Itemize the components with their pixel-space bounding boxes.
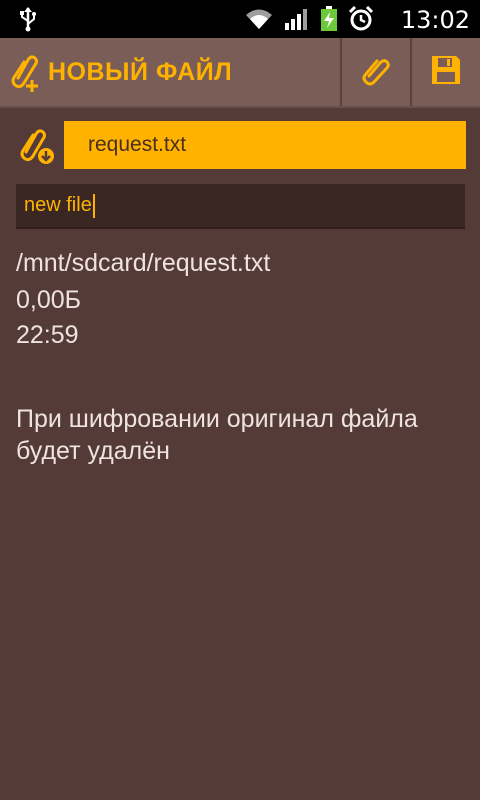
action-bar: НОВЫЙ ФАЙЛ <box>0 38 480 108</box>
file-path: /mnt/sdcard/request.txt <box>16 249 271 277</box>
new-file-icon <box>8 52 42 92</box>
attach-icon <box>360 54 392 91</box>
wifi-icon <box>244 7 274 36</box>
pick-file-icon[interactable] <box>16 122 60 168</box>
save-button[interactable] <box>410 38 480 106</box>
file-picker-row: request.txt <box>16 120 466 170</box>
battery-charging-icon <box>320 6 338 37</box>
encryption-warning: При шифровании оригинал файла будет удал… <box>16 405 418 465</box>
usb-icon <box>18 6 38 37</box>
status-time: 13:02 <box>400 6 470 34</box>
signal-icon <box>284 7 310 36</box>
file-name-value: new file <box>24 194 92 216</box>
selected-file-field[interactable]: request.txt <box>64 121 466 169</box>
selected-file-name: request.txt <box>88 133 187 156</box>
action-bar-home[interactable]: НОВЫЙ ФАЙЛ <box>0 38 232 106</box>
status-bar: 13:02 <box>0 0 480 38</box>
file-size: 0,00Б <box>16 286 82 314</box>
alarm-icon <box>348 5 374 37</box>
save-icon <box>430 54 462 91</box>
file-name-input[interactable]: new file <box>16 184 465 229</box>
attach-button[interactable] <box>340 38 410 106</box>
text-cursor <box>92 193 95 218</box>
page-title: НОВЫЙ ФАЙЛ <box>48 57 233 86</box>
file-time: 22:59 <box>16 321 79 349</box>
